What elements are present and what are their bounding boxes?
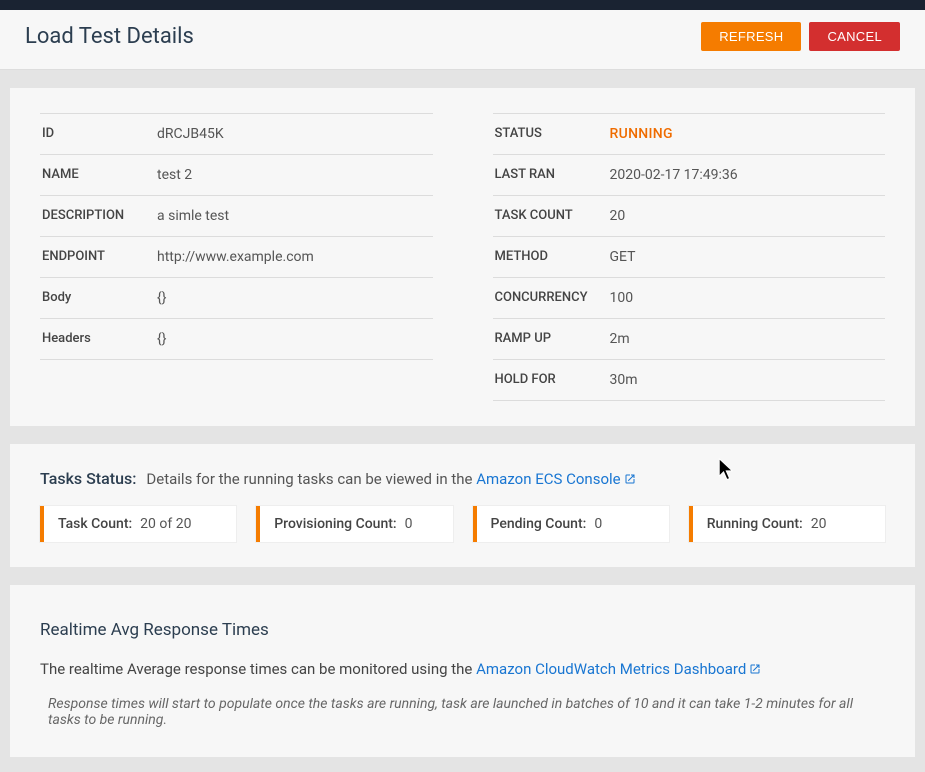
realtime-panel: Realtime Avg Response Times The realtime… bbox=[10, 585, 915, 757]
details-right-column: STATUSRUNNING LAST RAN2020-02-17 17:49:3… bbox=[493, 113, 886, 401]
realtime-text: The realtime Average response times can … bbox=[40, 660, 885, 678]
detail-row: HOLD FOR30m bbox=[493, 360, 886, 401]
detail-label: HOLD FOR bbox=[495, 372, 610, 387]
detail-value: 100 bbox=[610, 290, 634, 306]
tasks-status-subtitle: Details for the running tasks can be vie… bbox=[146, 470, 635, 488]
app-topbar bbox=[0, 0, 925, 10]
detail-label: STATUS bbox=[495, 126, 610, 141]
detail-value: 2020-02-17 17:49:36 bbox=[610, 167, 738, 183]
detail-label: METHOD bbox=[495, 249, 610, 264]
cancel-button[interactable]: CANCEL bbox=[809, 22, 900, 51]
detail-row: DESCRIPTIONa simle test bbox=[40, 196, 433, 237]
detail-row: TASK COUNT20 bbox=[493, 196, 886, 237]
detail-value: 30m bbox=[610, 372, 638, 388]
detail-label: LAST RAN bbox=[495, 167, 610, 182]
provisioning-count-box: Provisioning Count: 0 bbox=[256, 506, 452, 542]
detail-row: NAMEtest 2 bbox=[40, 155, 433, 196]
detail-label: TASK COUNT bbox=[495, 208, 610, 223]
details-panel: IDdRCJB45K NAMEtest 2 DESCRIPTIONa simle… bbox=[10, 88, 915, 426]
count-value: 20 of 20 bbox=[140, 516, 191, 532]
detail-label: RAMP UP bbox=[495, 331, 610, 346]
detail-row: ENDPOINThttp://www.example.com bbox=[40, 237, 433, 278]
task-count-box: Task Count: 20 of 20 bbox=[40, 506, 236, 542]
tasks-subtitle-text: Details for the running tasks can be vie… bbox=[146, 470, 476, 488]
realtime-title: Realtime Avg Response Times bbox=[40, 620, 885, 640]
detail-value: 2m bbox=[610, 331, 630, 347]
detail-label: Headers bbox=[42, 331, 157, 346]
link-text: Amazon CloudWatch Metrics Dashboard bbox=[476, 660, 746, 678]
refresh-button[interactable]: REFRESH bbox=[701, 22, 801, 51]
status-value: RUNNING bbox=[610, 126, 673, 142]
tasks-status-title: Tasks Status: bbox=[40, 469, 136, 488]
running-count-box: Running Count: 20 bbox=[689, 506, 885, 542]
detail-value: 20 bbox=[610, 208, 626, 224]
detail-value: {} bbox=[157, 331, 166, 347]
detail-label: NAME bbox=[42, 167, 157, 182]
details-left-column: IDdRCJB45K NAMEtest 2 DESCRIPTIONa simle… bbox=[40, 113, 433, 401]
detail-value: {} bbox=[157, 290, 166, 306]
external-link-icon bbox=[749, 661, 761, 673]
detail-label: DESCRIPTION bbox=[42, 208, 157, 223]
page-header: Load Test Details REFRESH CANCEL bbox=[0, 10, 925, 70]
detail-label: ID bbox=[42, 126, 157, 141]
detail-value: test 2 bbox=[157, 167, 192, 183]
page-title: Load Test Details bbox=[25, 24, 194, 49]
cloudwatch-link[interactable]: Amazon CloudWatch Metrics Dashboard bbox=[476, 660, 761, 678]
detail-value: http://www.example.com bbox=[157, 249, 314, 265]
detail-value: a simle test bbox=[157, 208, 229, 224]
detail-row: RAMP UP2m bbox=[493, 319, 886, 360]
realtime-note: Response times will start to populate on… bbox=[40, 692, 885, 732]
count-label: Task Count: bbox=[58, 516, 132, 532]
detail-label: Body bbox=[42, 290, 157, 305]
task-counts-row: Task Count: 20 of 20 Provisioning Count: 0… bbox=[40, 506, 885, 542]
detail-row: Headers{} bbox=[40, 319, 433, 360]
count-label: Provisioning Count: bbox=[274, 516, 396, 532]
count-value: 0 bbox=[405, 516, 413, 532]
count-label: Pending Count: bbox=[491, 516, 587, 532]
detail-row: LAST RAN2020-02-17 17:49:36 bbox=[493, 155, 886, 196]
detail-value: dRCJB45K bbox=[157, 126, 224, 142]
detail-row: METHODGET bbox=[493, 237, 886, 278]
realtime-text-prefix: The realtime Average response times can … bbox=[40, 660, 476, 678]
count-value: 0 bbox=[594, 516, 602, 532]
count-value: 20 bbox=[811, 516, 827, 532]
header-buttons: REFRESH CANCEL bbox=[701, 22, 900, 51]
external-link-icon bbox=[624, 471, 636, 483]
tasks-status-panel: Tasks Status: Details for the running ta… bbox=[10, 444, 915, 567]
count-label: Running Count: bbox=[707, 516, 803, 532]
link-text: Amazon ECS Console bbox=[476, 470, 620, 488]
detail-row: CONCURRENCY100 bbox=[493, 278, 886, 319]
detail-row: STATUSRUNNING bbox=[493, 113, 886, 155]
ecs-console-link[interactable]: Amazon ECS Console bbox=[476, 470, 635, 488]
detail-value: GET bbox=[610, 249, 636, 265]
detail-row: Body{} bbox=[40, 278, 433, 319]
detail-label: CONCURRENCY bbox=[495, 290, 610, 305]
detail-row: IDdRCJB45K bbox=[40, 113, 433, 155]
detail-label: ENDPOINT bbox=[42, 249, 157, 264]
pending-count-box: Pending Count: 0 bbox=[473, 506, 669, 542]
